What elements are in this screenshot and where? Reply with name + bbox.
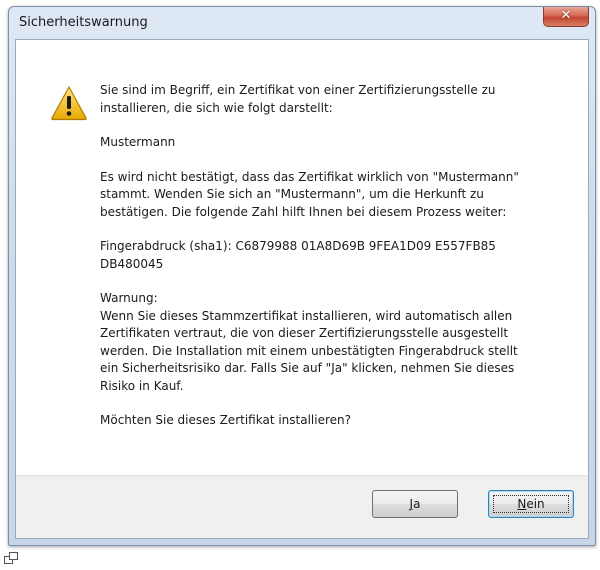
- dialog-window: Sicherheitswarnung ✕ Sie sind im Begriff…: [8, 6, 596, 546]
- question-paragraph: Möchten Sie dieses Zertifikat installier…: [100, 413, 351, 427]
- no-button-label: Nein: [517, 497, 545, 511]
- message-text: Sie sind im Begriff, ein Zertifikat von …: [100, 82, 560, 447]
- no-button[interactable]: Nein: [488, 490, 574, 518]
- message-area: Sie sind im Begriff, ein Zertifikat von …: [16, 40, 588, 478]
- warning-icon: [51, 86, 87, 121]
- close-icon: ✕: [560, 8, 572, 23]
- title-bar[interactable]: Sicherheitswarnung ✕: [9, 7, 595, 43]
- verification-paragraph: Es wird nicht bestätigt, dass das Zertif…: [100, 169, 519, 219]
- issuer-name: Mustermann: [100, 135, 176, 149]
- warning-paragraph: Warnung: Wenn Sie dieses Stammzertifikat…: [100, 291, 518, 393]
- thumbprint-paragraph: Fingerabdruck (sha1): C6879988 01A8D69B …: [100, 239, 496, 271]
- enlarge-icon[interactable]: [4, 552, 18, 564]
- button-bar: Ja Nein: [16, 475, 588, 538]
- close-button[interactable]: ✕: [543, 7, 589, 27]
- yes-button-label: Ja: [409, 497, 421, 511]
- intro-paragraph: Sie sind im Begriff, ein Zertifikat von …: [100, 83, 496, 115]
- yes-button[interactable]: Ja: [372, 490, 458, 518]
- window-title: Sicherheitswarnung: [19, 15, 148, 30]
- dialog-client-area: Sie sind im Begriff, ein Zertifikat von …: [15, 39, 589, 539]
